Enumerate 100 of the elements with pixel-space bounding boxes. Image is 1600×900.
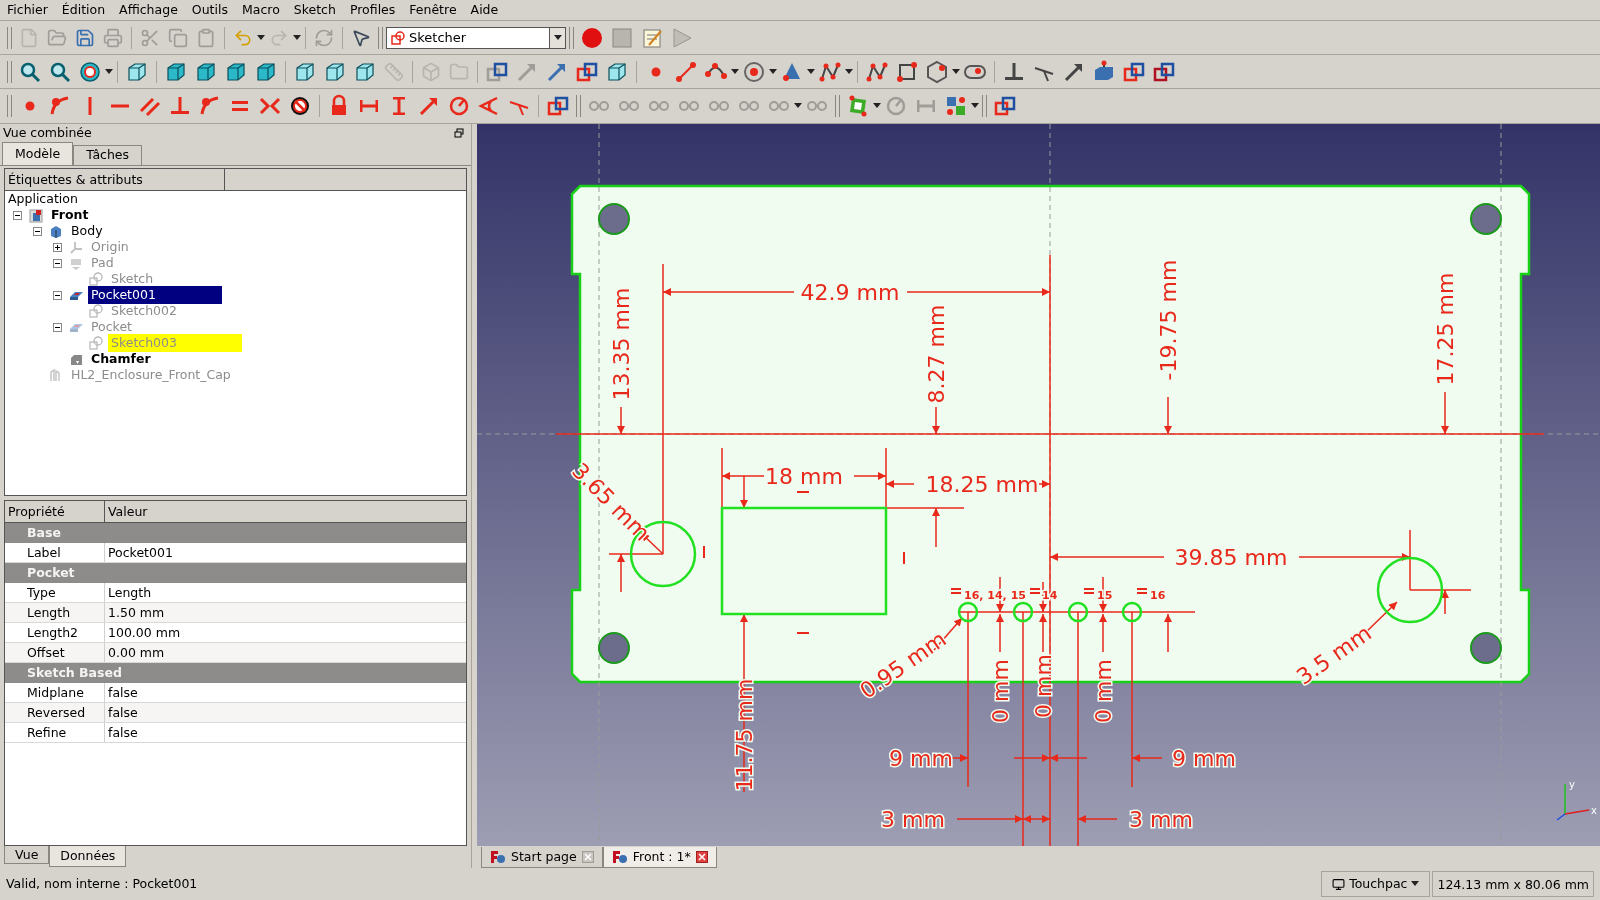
tree-item[interactable]: Sketch (108, 270, 157, 288)
expander-icon[interactable] (53, 322, 62, 332)
axis-label: y (1569, 779, 1575, 790)
toolbar-grip[interactable] (569, 26, 574, 49)
column-header[interactable]: Étiquettes & attributs (5, 169, 225, 190)
expander-icon[interactable] (53, 290, 62, 300)
dimension-lines-drawing[interactable] (555, 254, 1545, 847)
column-header[interactable]: Valeur (105, 501, 466, 522)
dimension-label[interactable]: 0 mm (1030, 654, 1056, 718)
equal-icon (1084, 588, 1094, 594)
property-value[interactable]: Length (105, 583, 466, 602)
float-icon[interactable] (454, 128, 464, 138)
equal-icon (1030, 588, 1040, 594)
panel-tab[interactable]: Tâches (73, 145, 143, 165)
touchpad-icon (1332, 877, 1346, 891)
dimension-label[interactable]: -19.75 mm (1155, 259, 1181, 381)
menu-item[interactable]: Profiles (344, 0, 401, 20)
property-value[interactable]: 1.50 mm (105, 603, 466, 622)
close-icon[interactable] (695, 851, 708, 863)
mounting-hole[interactable] (598, 203, 630, 235)
caret-icon[interactable] (952, 68, 960, 75)
caret-icon[interactable] (873, 103, 881, 109)
caret-icon[interactable] (731, 68, 739, 75)
dimension-label[interactable]: 13.35 mm (608, 287, 634, 401)
menu-item[interactable]: Fichier (2, 0, 53, 20)
dimension-label[interactable]: 0.95 mm (855, 626, 951, 704)
caret-icon[interactable] (257, 34, 265, 41)
property-value[interactable]: 0.00 mm (105, 643, 466, 662)
dimension-label[interactable]: 18.25 mm (925, 471, 1039, 497)
menu-item[interactable]: Macro (236, 0, 285, 20)
caret-icon[interactable] (971, 103, 979, 109)
menu-item[interactable]: Fenêtre (404, 0, 462, 20)
expander-icon[interactable] (53, 242, 62, 252)
tree-item[interactable]: Sketch002 (108, 302, 180, 320)
axis-label: x (1591, 805, 1597, 816)
dimension-readout: 124.13 mm x 80.06 mm (1432, 871, 1594, 897)
mounting-hole[interactable] (1470, 203, 1502, 235)
sketch-circle[interactable] (957, 601, 979, 623)
toolbar-grip[interactable] (982, 95, 987, 117)
document-tab[interactable]: Start page (481, 847, 603, 868)
caret-icon[interactable] (105, 68, 113, 75)
sketch-icon (89, 335, 104, 351)
toolbar-grip[interactable] (7, 26, 12, 49)
property-name: Length (5, 603, 105, 622)
tree-item[interactable]: Front (48, 206, 92, 224)
tree-item[interactable]: Pocket001 (88, 286, 222, 304)
property-value[interactable]: false (105, 723, 466, 742)
dimension-label[interactable]: 18 mm (765, 463, 843, 489)
column-header[interactable]: Propriété (5, 501, 105, 522)
caret-icon[interactable] (293, 34, 301, 41)
sketch-circle[interactable] (1067, 601, 1089, 623)
navigation-style-button[interactable]: Touchpac (1321, 871, 1431, 897)
tree-item[interactable]: HL2_Enclosure_Front_Cap (68, 366, 234, 384)
expander-icon[interactable] (33, 226, 42, 236)
tree-item[interactable]: Chamfer (88, 350, 154, 368)
toolbar-grip[interactable] (835, 95, 840, 117)
workbench-dropdown[interactable]: Sketcher (386, 26, 566, 49)
property-name: Length2 (5, 623, 105, 642)
menu-item[interactable]: Édition (56, 0, 111, 20)
mounting-hole[interactable] (598, 632, 630, 664)
property-value[interactable]: Pocket001 (105, 543, 466, 562)
caret-icon[interactable] (769, 68, 777, 75)
dimension-label[interactable]: 8.27 mm (923, 304, 949, 404)
dimension-label[interactable]: 3.5 mm (1292, 620, 1376, 690)
property-name: Offset (5, 643, 105, 662)
menu-item[interactable]: Aide (465, 0, 504, 20)
mounting-hole[interactable] (1470, 632, 1502, 664)
sketch-circle[interactable] (1012, 601, 1034, 623)
sketch-circle[interactable] (1376, 556, 1444, 624)
caret-icon[interactable] (845, 68, 853, 75)
dimension-label[interactable]: 17.25 mm (1432, 272, 1458, 386)
menu-item[interactable]: Sketch (288, 0, 341, 20)
tree-item[interactable]: Body (68, 222, 106, 240)
property-value[interactable]: false (105, 683, 466, 702)
tree-item[interactable]: Origin (88, 238, 132, 256)
sketch-circle[interactable] (1121, 601, 1143, 623)
tree-item[interactable]: Pocket (88, 318, 135, 336)
dimension-label[interactable]: 42.9 mm (800, 279, 900, 305)
toolbar-grip[interactable] (378, 26, 383, 49)
panel-tab[interactable]: Données (49, 846, 127, 867)
caret-icon[interactable] (794, 103, 802, 109)
menu-item[interactable]: Affichage (114, 0, 183, 20)
caret-icon[interactable] (807, 68, 815, 75)
sketch-icon (89, 271, 104, 287)
toolbar-grip[interactable] (576, 95, 581, 117)
dimension-label[interactable]: 39.85 mm (1174, 544, 1288, 570)
property-value[interactable]: false (105, 703, 466, 722)
caret-icon[interactable] (1411, 881, 1420, 887)
property-value[interactable]: 100.00 mm (105, 623, 466, 642)
expander-icon[interactable] (13, 210, 22, 220)
equal-icon (951, 588, 961, 594)
property-name: Refine (5, 723, 105, 742)
caret-icon[interactable] (553, 34, 562, 41)
document-tab[interactable]: Front : 1* (602, 847, 717, 868)
panel-tab[interactable]: Vue (4, 846, 50, 864)
toolbar-grip[interactable] (7, 60, 12, 83)
menu-item[interactable]: Outils (186, 0, 233, 20)
expander-icon[interactable] (53, 258, 62, 268)
toolbar-grip[interactable] (7, 95, 12, 117)
panel-tab[interactable]: Modèle (2, 142, 74, 165)
